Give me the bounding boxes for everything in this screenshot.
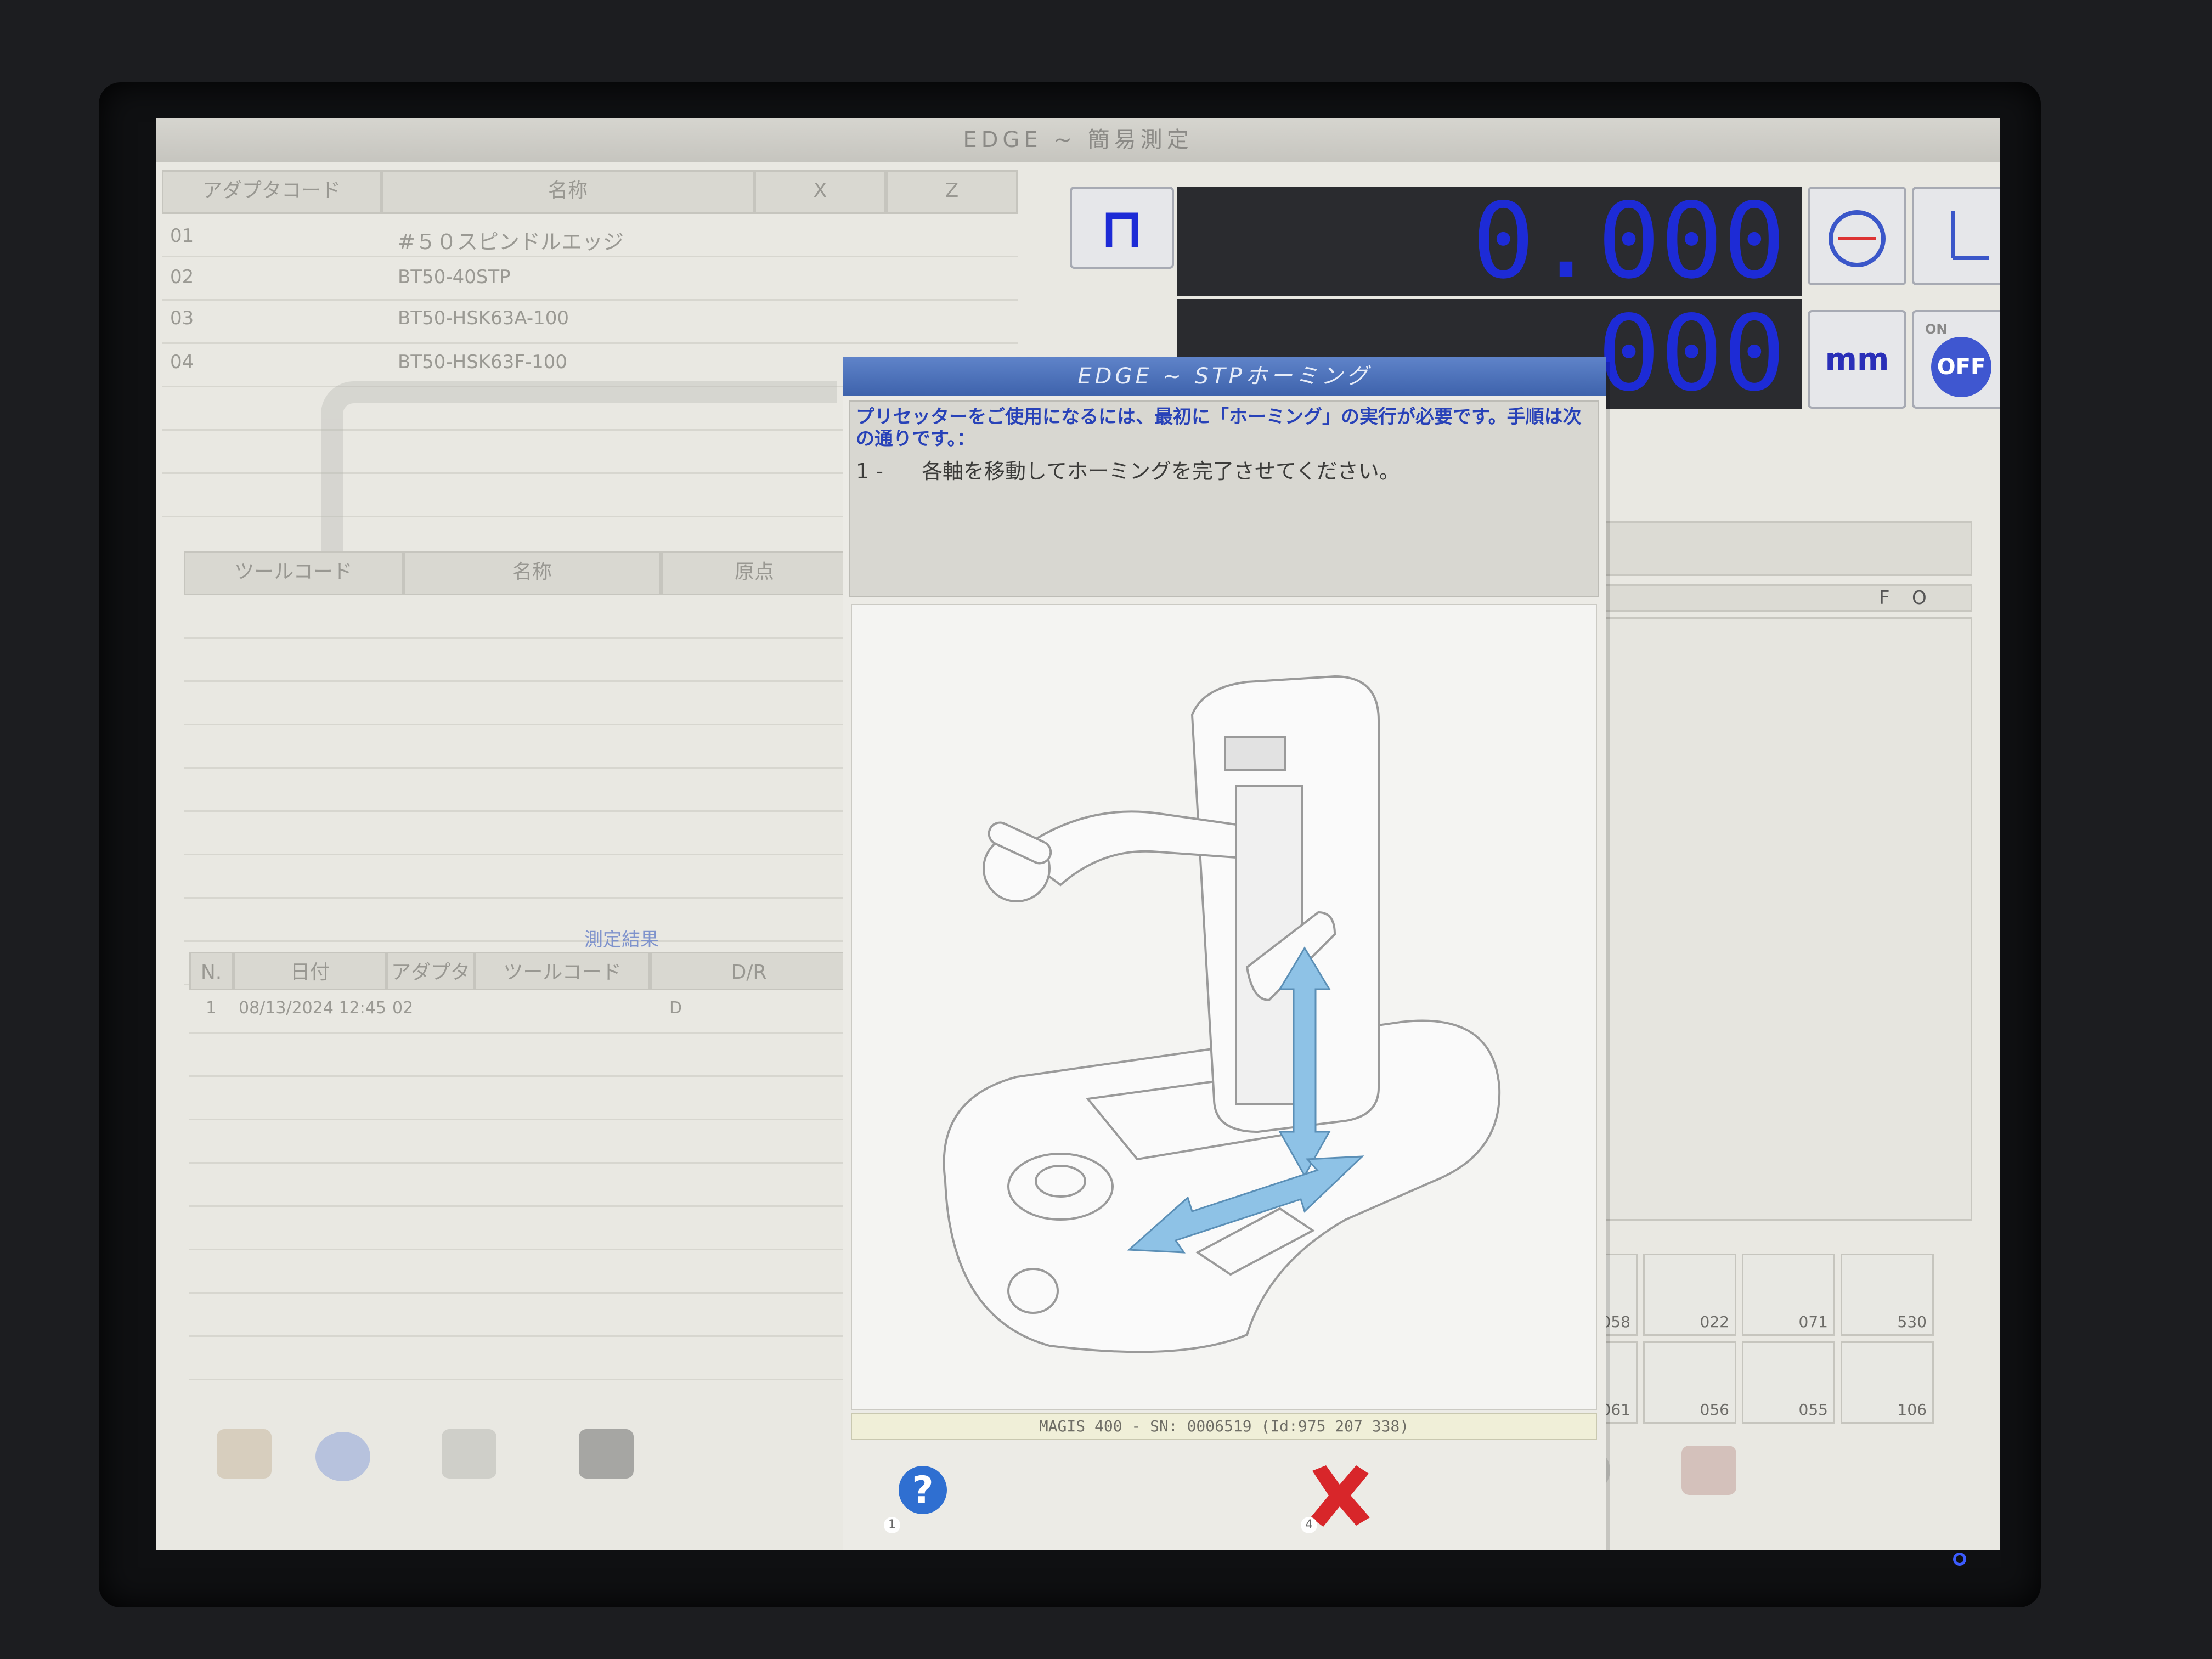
tool-table-body[interactable] (184, 595, 848, 1012)
adapter-row-name[interactable]: BT50-40STP (398, 266, 511, 288)
app-screen: EDGE ~ 簡易測定 アダプタコード 名称 X Z 01 #５０スピンドルエッ… (156, 118, 2000, 1550)
thumbnail-071[interactable]: 071 (1742, 1254, 1835, 1336)
power-indicator-icon (1953, 1553, 1966, 1566)
help-shortcut-number: 1 (884, 1517, 900, 1533)
adapter-icon[interactable] (442, 1429, 496, 1479)
off-label: OFF (1931, 337, 1991, 397)
results-row-n[interactable]: 1 (206, 998, 216, 1018)
dialog-step: 1 - 各軸を移動してホーミングを完了させてください。 (856, 454, 1400, 484)
unit-mm-label: mm (1825, 341, 1889, 377)
device-info-bar: MAGIS 400 - SN: 0006519 (Id:975 207 338) (851, 1413, 1597, 1440)
results-toolcode-header[interactable]: ツールコード (475, 952, 650, 990)
results-date-header[interactable]: 日付 (233, 952, 387, 990)
tool-name-header[interactable]: 名称 (403, 551, 661, 595)
dialog-title: EDGE ~ STPホーミング (843, 357, 1606, 396)
thumbnail-530[interactable]: 530 (1841, 1254, 1934, 1336)
svg-text:?: ? (912, 1469, 933, 1512)
thumbnail-022[interactable]: 022 (1643, 1254, 1736, 1336)
adapter-row-name[interactable]: BT50-HSK63F-100 (398, 351, 567, 373)
adapter-row-name[interactable]: #５０スピンドルエッジ (398, 225, 624, 255)
results-n-header[interactable]: N. (189, 952, 233, 990)
axes-origin-icon[interactable] (1912, 187, 2000, 285)
window-title: EDGE ~ 簡易測定 (156, 118, 2000, 162)
table-icon[interactable] (579, 1429, 634, 1479)
stp-homing-dialog: EDGE ~ STPホーミング プリセッターをご使用になるには、最初に「ホーミン… (843, 357, 1606, 1550)
axis-select-icon[interactable]: ⊓ (1070, 187, 1174, 269)
results-dr-header[interactable]: D/R (650, 952, 848, 990)
adapter-name-header[interactable]: 名称 (381, 170, 754, 214)
on-off-toggle[interactable]: ON OFF (1912, 310, 2000, 409)
close-button[interactable]: 4 (1301, 1460, 1375, 1533)
thumbnail-055[interactable]: 055 (1742, 1341, 1835, 1424)
help-button[interactable]: ? 1 (884, 1460, 958, 1533)
tool-origin-header[interactable]: 原点 (661, 551, 848, 595)
adapter-row-code[interactable]: 03 (170, 307, 194, 329)
gauge-icon[interactable] (1808, 187, 1906, 285)
adapter-row-code[interactable]: 02 (170, 266, 194, 288)
help-icon: ? (899, 1466, 947, 1514)
edge-icon[interactable] (217, 1429, 272, 1479)
adapter-row-code[interactable]: 01 (170, 225, 194, 247)
spindle-icon[interactable] (1681, 1446, 1736, 1495)
x-axis-readout: 0.000 (1177, 187, 1802, 296)
presetter-illustration (851, 604, 1597, 1410)
adapter-z-header[interactable]: Z (886, 170, 1018, 214)
results-adapter-header[interactable]: アダプタ (387, 952, 475, 990)
results-row-adapter[interactable]: 02 (392, 998, 413, 1018)
step-text: 各軸を移動してホーミングを完了させてください。 (921, 459, 1400, 483)
presetter-machine-drawing (943, 675, 1501, 1353)
help-icon[interactable] (315, 1432, 370, 1481)
thumbnail-106[interactable]: 106 (1841, 1341, 1934, 1424)
dialog-message: プリセッターをご使用になるには、最初に「ホーミング」の実行が必要です。手順は次の… (856, 406, 1582, 450)
close-shortcut-number: 4 (1301, 1517, 1317, 1533)
on-label: ON (1925, 321, 1948, 337)
tool-code-header[interactable]: ツールコード (184, 551, 403, 595)
adapter-row-code[interactable]: 04 (170, 351, 194, 373)
step-number: 1 - (856, 459, 883, 483)
results-label: 測定結果 (584, 929, 659, 951)
dialog-message-panel: プリセッターをご使用になるには、最初に「ホーミング」の実行が必要です。手順は次の… (849, 400, 1599, 597)
results-table-body[interactable] (189, 990, 848, 1407)
thumbnail-056[interactable]: 056 (1643, 1341, 1736, 1424)
tab-o[interactable]: O (1912, 587, 1927, 609)
adapter-x-header[interactable]: X (754, 170, 886, 214)
unit-mm-button[interactable]: mm (1808, 310, 1906, 409)
results-row-dr[interactable]: D (669, 998, 682, 1018)
adapter-code-header[interactable]: アダプタコード (162, 170, 381, 214)
adapter-row-name[interactable]: BT50-HSK63A-100 (398, 307, 569, 329)
results-row-date[interactable]: 08/13/2024 12:45 (239, 998, 386, 1018)
tab-f[interactable]: F (1879, 587, 1890, 609)
